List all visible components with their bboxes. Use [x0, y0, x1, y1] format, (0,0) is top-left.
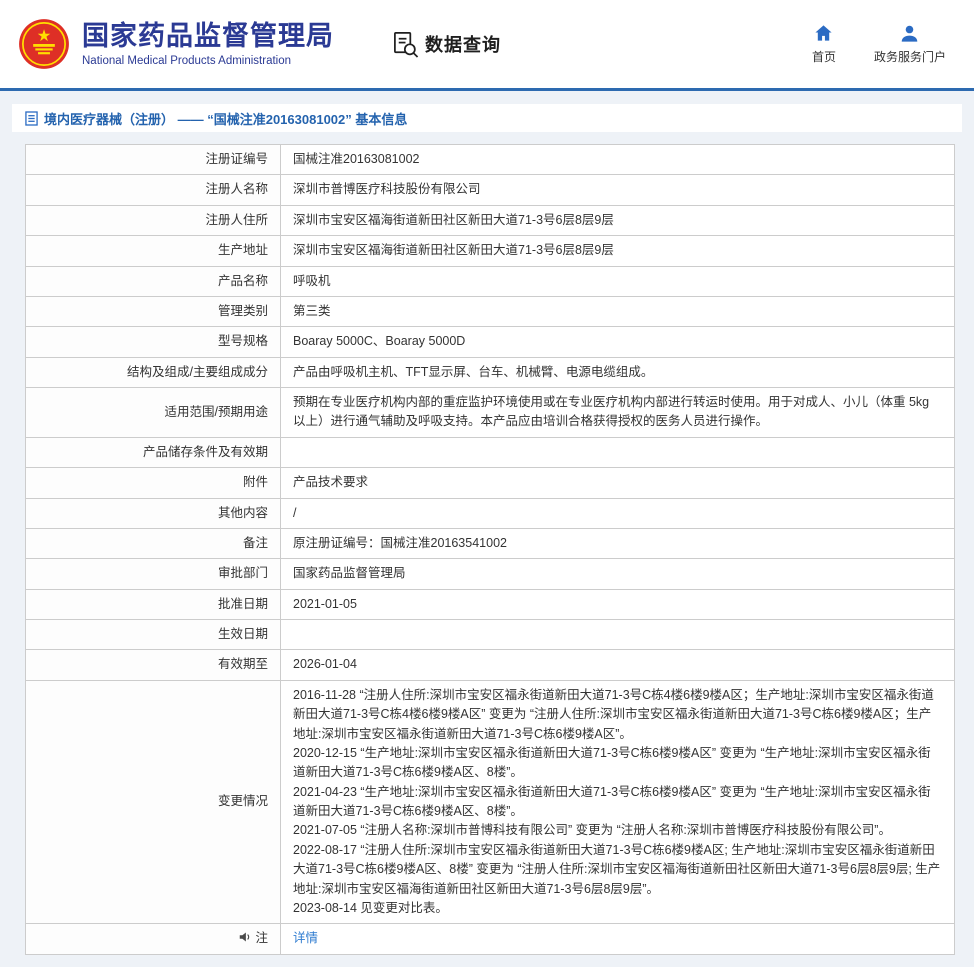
table-row: 附件 产品技术要求 [26, 468, 955, 498]
row-value: 产品由呼吸机主机、TFT显示屏、台车、机械臂、电源电缆组成。 [281, 357, 955, 387]
table-row: 注册证编号 国械注准20163081002 [26, 145, 955, 175]
row-value: 详情 [281, 924, 955, 954]
detail-link[interactable]: 详情 [293, 931, 318, 945]
data-query-nav[interactable]: 数据查询 [392, 31, 501, 58]
table-row: 注 详情 [26, 924, 955, 954]
user-icon [900, 24, 919, 43]
row-label: 注册证编号 [26, 145, 281, 175]
brand-text: 国家药品监督管理局 National Medical Products Admi… [82, 21, 334, 66]
row-label: 批准日期 [26, 589, 281, 619]
page-title: 境内医疗器械（注册） —— “国械注准20163081002” 基本信息 [44, 109, 407, 128]
table-row: 型号规格 Boaray 5000C、Boaray 5000D [26, 327, 955, 357]
nav-portal[interactable]: 政务服务门户 [874, 24, 946, 65]
row-label: 结构及组成/主要组成成分 [26, 357, 281, 387]
row-label: 备注 [26, 528, 281, 558]
row-value: 深圳市宝安区福海街道新田社区新田大道71-3号6层8层9层 [281, 236, 955, 266]
org-name-cn: 国家药品监督管理局 [82, 21, 334, 52]
table-row: 生效日期 [26, 620, 955, 650]
row-label-text: 注 [255, 931, 268, 945]
row-label: 生效日期 [26, 620, 281, 650]
table-row: 备注 原注册证编号：国械注准20163541002 [26, 528, 955, 558]
row-value: 产品技术要求 [281, 468, 955, 498]
row-value: 国械注准20163081002 [281, 145, 955, 175]
table-row: 结构及组成/主要组成成分 产品由呼吸机主机、TFT显示屏、台车、机械臂、电源电缆… [26, 357, 955, 387]
table-row: 产品名称 呼吸机 [26, 266, 955, 296]
home-icon [814, 24, 833, 43]
table-row: 其他内容 / [26, 498, 955, 528]
table-row: 有效期至 2026-01-04 [26, 650, 955, 680]
table-row: 产品储存条件及有效期 [26, 437, 955, 467]
document-icon [25, 111, 38, 126]
row-label: 型号规格 [26, 327, 281, 357]
header-divider [0, 88, 974, 91]
table-row: 生产地址 深圳市宝安区福海街道新田社区新田大道71-3号6层8层9层 [26, 236, 955, 266]
table-row: 审批部门 国家药品监督管理局 [26, 559, 955, 589]
table-row: 注册人名称 深圳市普博医疗科技股份有限公司 [26, 175, 955, 205]
table-row: 适用范围/预期用途 预期在专业医疗机构内部的重症监护环境使用或在专业医疗机构内部… [26, 388, 955, 438]
row-label: 附件 [26, 468, 281, 498]
row-value: 预期在专业医疗机构内部的重症监护环境使用或在专业医疗机构内部进行转运时使用。用于… [281, 388, 955, 438]
table-row: 管理类别 第三类 [26, 296, 955, 326]
row-label: 注册人名称 [26, 175, 281, 205]
row-label: 其他内容 [26, 498, 281, 528]
row-label: 变更情况 [26, 680, 281, 924]
row-label: 审批部门 [26, 559, 281, 589]
data-query-icon [392, 31, 419, 58]
nav-home[interactable]: 首页 [812, 24, 836, 65]
table-row: 批准日期 2021-01-05 [26, 589, 955, 619]
row-value: 2021-01-05 [281, 589, 955, 619]
nmpa-emblem-logo: ★ [18, 18, 70, 70]
row-value [281, 620, 955, 650]
row-value: 第三类 [281, 296, 955, 326]
row-label: 生产地址 [26, 236, 281, 266]
breadcrumb: 境内医疗器械（注册） —— “国械注准20163081002” 基本信息 [12, 104, 962, 132]
row-label: 管理类别 [26, 296, 281, 326]
table-row: 变更情况 2016-11-28 “注册人住所:深圳市宝安区福永街道新田大道71-… [26, 680, 955, 924]
header-nav: 首页 政务服务门户 [812, 24, 946, 65]
speaker-icon [238, 930, 252, 944]
nav-portal-label: 政务服务门户 [874, 48, 946, 65]
row-value: 深圳市普博医疗科技股份有限公司 [281, 175, 955, 205]
row-value [281, 437, 955, 467]
row-label: 产品名称 [26, 266, 281, 296]
row-label: 注册人住所 [26, 205, 281, 235]
row-value: 国家药品监督管理局 [281, 559, 955, 589]
info-table-wrap: 注册证编号 国械注准20163081002 注册人名称 深圳市普博医疗科技股份有… [25, 144, 955, 955]
row-value: 呼吸机 [281, 266, 955, 296]
row-label: 有效期至 [26, 650, 281, 680]
row-value-change-history: 2016-11-28 “注册人住所:深圳市宝安区福永街道新田大道71-3号C栋4… [281, 680, 955, 924]
row-value: 2026-01-04 [281, 650, 955, 680]
svg-text:★: ★ [37, 26, 52, 45]
row-label: 适用范围/预期用途 [26, 388, 281, 438]
row-value: 深圳市宝安区福海街道新田社区新田大道71-3号6层8层9层 [281, 205, 955, 235]
row-label: 产品储存条件及有效期 [26, 437, 281, 467]
data-query-label: 数据查询 [425, 31, 501, 57]
org-name-en: National Medical Products Administration [82, 55, 334, 67]
brand[interactable]: ★ 国家药品监督管理局 National Medical Products Ad… [18, 18, 334, 70]
row-value: / [281, 498, 955, 528]
row-label: 注 [26, 924, 281, 954]
row-value: 原注册证编号：国械注准20163541002 [281, 528, 955, 558]
row-value: Boaray 5000C、Boaray 5000D [281, 327, 955, 357]
info-table: 注册证编号 国械注准20163081002 注册人名称 深圳市普博医疗科技股份有… [25, 144, 955, 955]
table-row: 注册人住所 深圳市宝安区福海街道新田社区新田大道71-3号6层8层9层 [26, 205, 955, 235]
nav-home-label: 首页 [812, 48, 836, 65]
site-header: ★ 国家药品监督管理局 National Medical Products Ad… [0, 0, 974, 88]
